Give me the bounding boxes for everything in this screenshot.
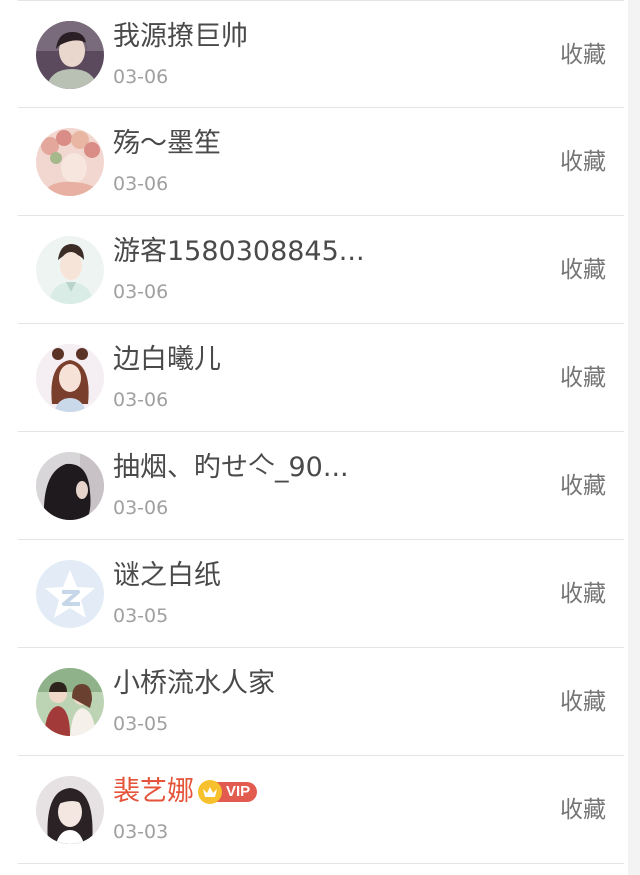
list-item[interactable]: 我源撩巨帅 03-06 收藏: [18, 0, 624, 108]
list-item[interactable]: 裴艺娜 VIP 03-03 收藏: [18, 756, 624, 864]
username[interactable]: 小桥流水人家: [113, 666, 275, 702]
qzone-star-avatar[interactable]: [36, 560, 104, 628]
visit-date: 03-03: [113, 821, 169, 843]
username[interactable]: 边白曦儿: [113, 342, 221, 378]
scrollbar-track[interactable]: [628, 0, 640, 875]
woman-portrait-avatar[interactable]: [36, 21, 104, 89]
visit-date: 03-05: [113, 713, 169, 735]
anime-girl-avatar[interactable]: [36, 344, 104, 412]
list-item[interactable]: 边白曦儿 03-06 收藏: [18, 324, 624, 432]
list-item[interactable]: 抽烟、旳せ亽_90... 03-06 收藏: [18, 432, 624, 540]
favorite-button[interactable]: 收藏: [560, 37, 606, 73]
favorite-button[interactable]: 收藏: [560, 576, 606, 612]
username-line: 我源撩巨帅: [113, 19, 248, 55]
list-item[interactable]: 小桥流水人家 03-05 收藏: [18, 648, 624, 756]
anime-man-avatar[interactable]: [36, 236, 104, 304]
list-item[interactable]: 殇～墨笙 03-06 收藏: [18, 108, 624, 216]
username[interactable]: 殇～墨笙: [113, 126, 221, 162]
visitor-list: 我源撩巨帅 03-06 收藏 殇～墨笙 03-06 收藏 游客158030884…: [18, 0, 624, 864]
username-line: 小桥流水人家: [113, 666, 275, 702]
favorite-button[interactable]: 收藏: [560, 684, 606, 720]
girl-photo-avatar[interactable]: [36, 776, 104, 844]
username[interactable]: 我源撩巨帅: [113, 19, 248, 55]
username-line: 裴艺娜 VIP: [113, 774, 258, 810]
favorite-button[interactable]: 收藏: [560, 360, 606, 396]
list-item[interactable]: 游客1580308845... 03-06 收藏: [18, 216, 624, 324]
username[interactable]: 谜之白纸: [113, 558, 221, 594]
dark-hair-avatar[interactable]: [36, 452, 104, 520]
favorite-button[interactable]: 收藏: [560, 144, 606, 180]
favorite-button[interactable]: 收藏: [560, 468, 606, 504]
couple-avatar[interactable]: [36, 668, 104, 736]
visit-date: 03-06: [113, 497, 169, 519]
visit-date: 03-06: [113, 389, 169, 411]
visitor-list-page: 我源撩巨帅 03-06 收藏 殇～墨笙 03-06 收藏 游客158030884…: [0, 0, 640, 875]
username-line: 谜之白纸: [113, 558, 221, 594]
list-item[interactable]: 谜之白纸 03-05 收藏: [18, 540, 624, 648]
username-line: 游客1580308845...: [113, 234, 365, 270]
flower-crown-avatar[interactable]: [36, 128, 104, 196]
visit-date: 03-06: [113, 173, 169, 195]
username-line: 殇～墨笙: [113, 126, 221, 162]
crown-icon: [198, 780, 222, 804]
vip-label: VIP: [216, 782, 258, 802]
username[interactable]: 裴艺娜: [113, 774, 194, 810]
visit-date: 03-06: [113, 281, 169, 303]
favorite-button[interactable]: 收藏: [560, 252, 606, 288]
username-line: 边白曦儿: [113, 342, 221, 378]
favorite-button[interactable]: 收藏: [560, 792, 606, 828]
visit-date: 03-05: [113, 605, 169, 627]
username-line: 抽烟、旳せ亽_90...: [113, 450, 349, 486]
username[interactable]: 游客1580308845...: [113, 234, 365, 270]
vip-badge: VIP: [198, 780, 258, 804]
visit-date: 03-06: [113, 66, 169, 88]
username[interactable]: 抽烟、旳せ亽_90...: [113, 450, 349, 486]
